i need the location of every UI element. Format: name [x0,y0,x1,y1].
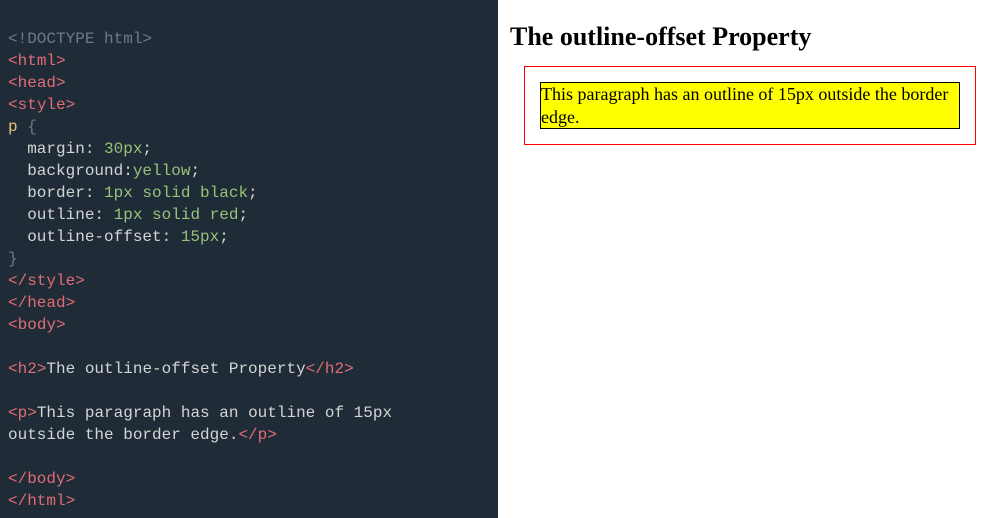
code-value: 1px solid black [104,184,248,202]
code-selector: p [8,118,27,136]
code-value: 30px [104,140,142,158]
code-token: </ [8,294,27,312]
code-token: </ [306,360,325,378]
code-brace: { [27,118,37,136]
code-token: </ [238,426,257,444]
code-line: <!DOCTYPE html> [8,30,152,48]
code-token: > [27,404,37,422]
code-token: > [267,426,277,444]
preview-heading: The outline-offset Property [510,22,990,52]
code-token: < [8,96,18,114]
code-colon: : [85,140,104,158]
code-token: < [8,74,18,92]
code-token: > [66,470,76,488]
code-colon: : [123,162,133,180]
code-value: 15px [181,228,219,246]
code-token: head [18,74,56,92]
code-semi: ; [190,162,200,180]
code-token: > [66,492,76,510]
code-value: 1px solid red [114,206,239,224]
code-token: < [8,404,18,422]
code-token: < [8,360,18,378]
code-text: The outline-offset Property [46,360,305,378]
code-editor-pane[interactable]: <!DOCTYPE html> <html> <head> <style> p … [0,0,498,518]
code-token: > [66,294,76,312]
code-semi: ; [238,206,248,224]
code-token: html [27,492,65,510]
code-colon: : [162,228,181,246]
code-semi: ; [219,228,229,246]
code-token: style [18,96,66,114]
code-prop: background [8,162,123,180]
code-token: </ [8,492,27,510]
code-text: This paragraph has an outline of 15px [37,404,402,422]
code-colon: : [85,184,104,202]
code-token: > [56,52,66,70]
code-prop: border [8,184,85,202]
code-token: </ [8,272,27,290]
code-token: p [18,404,28,422]
code-token: body [27,470,65,488]
code-token: style [27,272,75,290]
code-token: > [75,272,85,290]
code-token: > [37,360,47,378]
code-token: </ [8,470,27,488]
code-token: h2 [18,360,37,378]
code-text: outside the border edge. [8,426,238,444]
code-token: p [258,426,268,444]
code-colon: : [94,206,113,224]
code-token: > [56,74,66,92]
code-token: > [56,316,66,334]
code-token: html [18,52,56,70]
code-token: body [18,316,56,334]
code-token: > [344,360,354,378]
code-token: < [8,52,18,70]
code-token: < [8,316,18,334]
code-token: > [66,96,76,114]
code-prop: outline-offset [8,228,162,246]
code-prop: margin [8,140,85,158]
code-brace: } [8,250,18,268]
code-semi: ; [248,184,258,202]
preview-paragraph: This paragraph has an outline of 15px ou… [540,82,960,129]
preview-pane: The outline-offset Property This paragra… [498,0,1002,518]
code-semi: ; [142,140,152,158]
code-value: yellow [133,162,191,180]
code-token: h2 [325,360,344,378]
code-token: head [27,294,65,312]
code-prop: outline [8,206,94,224]
